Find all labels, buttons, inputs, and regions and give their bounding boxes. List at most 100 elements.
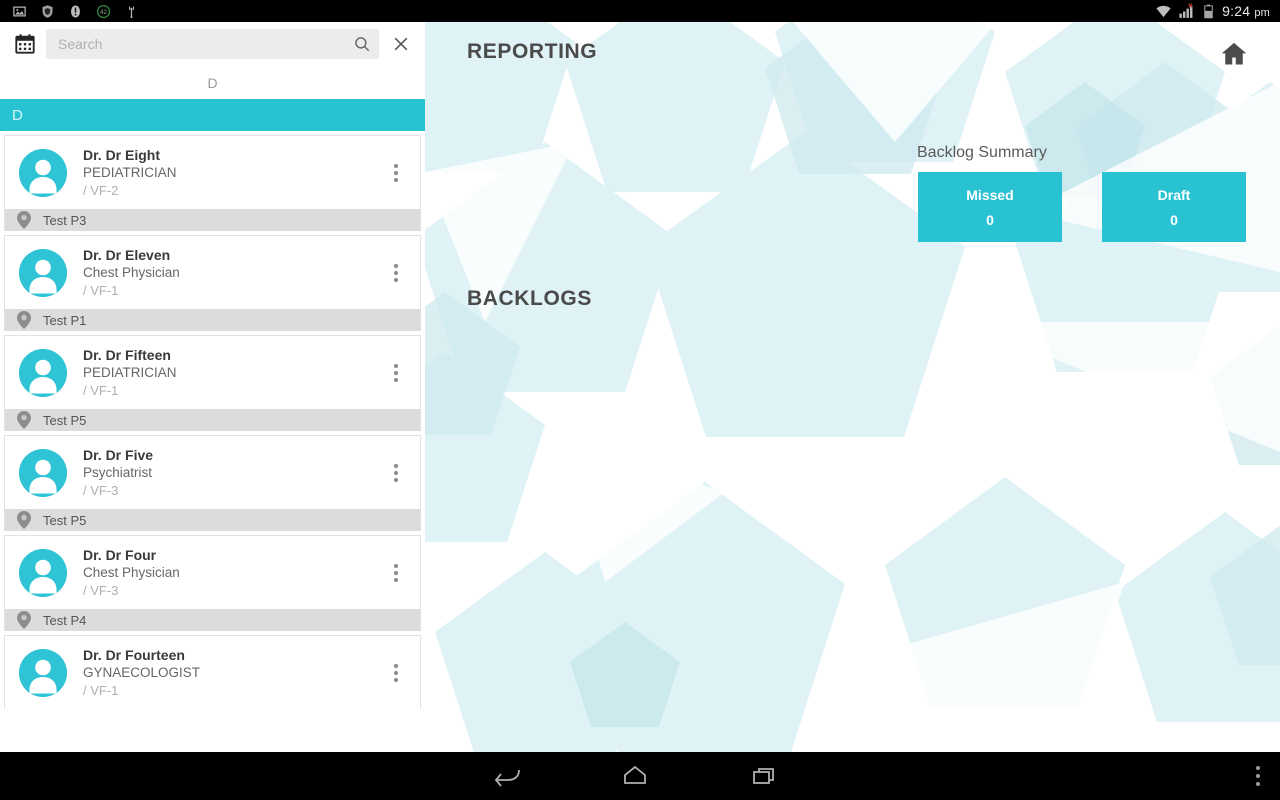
backlog-tile-draft[interactable]: Draft 0 — [1102, 172, 1246, 242]
doctor-card[interactable]: Dr. Dr Four Chest Physician / VF-3 — [4, 535, 421, 609]
home-outline-icon[interactable] — [620, 764, 650, 788]
doctor-list[interactable]: Dr. Dr Eight PEDIATRICIAN / VF-2 Test P3 Dr.… — [0, 131, 425, 752]
calendar-icon[interactable] — [14, 33, 36, 55]
doctor-card[interactable]: Dr. Dr Fourteen GYNAECOLOGIST / VF-1 — [4, 635, 421, 709]
doctor-specialty: Chest Physician — [83, 264, 180, 280]
clock-time: 9:24 — [1222, 3, 1251, 19]
doctor-info: Dr. Dr Eleven Chest Physician / VF-1 — [83, 246, 180, 300]
doctor-card[interactable]: Dr. Dr Fifteen PEDIATRICIAN / VF-1 — [4, 335, 421, 409]
avatar — [19, 248, 67, 297]
backlog-summary-label: Backlog Summary — [917, 144, 1047, 161]
doctor-name: Dr. Dr Fourteen — [83, 646, 185, 663]
doctor-specialty: Psychiatrist — [83, 464, 153, 480]
backlog-tile-label: Draft — [1157, 186, 1191, 203]
page-title: REPORTING — [467, 40, 598, 63]
status-bar-notification-icons: 42 — [0, 4, 139, 19]
doctor-overflow-menu-icon[interactable] — [394, 263, 398, 282]
backlog-tile-value: 0 — [1170, 211, 1178, 228]
shield-icon — [42, 4, 53, 18]
location-pin-icon — [17, 511, 31, 529]
doctor-specialty: PEDIATRICIAN — [83, 164, 177, 180]
doctor-list-panel: D D Dr. Dr EightPEDIATRICIAN/ VF-2Test P… — [0, 22, 425, 752]
recent-apps-icon[interactable] — [750, 764, 780, 788]
avatar — [19, 348, 67, 397]
doctor-code: / VF-3 — [83, 482, 119, 498]
backlog-tile-missed[interactable]: Missed 0 — [918, 172, 1062, 242]
overflow-menu-icon[interactable] — [1256, 766, 1260, 786]
doctor-info: Dr. Dr Fourteen GYNAECOLOGIST / VF-1 — [83, 646, 200, 700]
doctor-info: Dr. Dr Eight PEDIATRICIAN / VF-2 — [83, 146, 177, 200]
doctor-overflow-menu-icon[interactable] — [394, 663, 398, 682]
close-icon[interactable] — [391, 34, 411, 54]
android-navigation-bar — [0, 752, 1280, 800]
status-bar-system-icons: 9:24 pm — [1155, 2, 1280, 20]
wifi-icon — [1156, 5, 1171, 17]
doctor-info: Dr. Dr Fifteen PEDIATRICIAN / VF-1 — [83, 346, 177, 400]
notification-count-icon: 42 — [96, 4, 111, 18]
search-field-wrapper[interactable] — [46, 29, 379, 59]
doctor-code: / VF-1 — [83, 382, 119, 398]
doctor-overflow-menu-icon[interactable] — [394, 463, 398, 482]
doctor-location-label: Test P4 — [43, 612, 87, 628]
doctor-card[interactable]: Dr. Dr Five Psychiatrist / VF-3 — [4, 435, 421, 509]
location-pin-icon — [17, 211, 31, 229]
avatar — [19, 448, 67, 497]
image-icon — [13, 6, 26, 16]
doctor-code: / VF-3 — [83, 582, 119, 598]
alert-icon — [71, 5, 80, 17]
doctor-overflow-menu-icon[interactable] — [394, 563, 398, 582]
battery-icon — [1204, 4, 1213, 18]
location-pin-icon — [17, 411, 31, 429]
avatar — [19, 548, 67, 597]
search-icon[interactable] — [353, 35, 371, 53]
doctor-location-label: Test P1 — [43, 312, 87, 328]
doctor-location-label: Test P5 — [43, 512, 87, 528]
backlogs-section-title: BACKLOGS — [467, 287, 592, 310]
doctor-overflow-menu-icon[interactable] — [394, 363, 398, 382]
back-arrow-icon[interactable] — [492, 764, 522, 788]
doctor-info: Dr. Dr Five Psychiatrist / VF-3 — [83, 446, 153, 500]
reporting-panel: REPORTING Backlog Summary Reported Statu… — [425, 22, 1280, 752]
doctor-code: / VF-1 — [83, 282, 119, 298]
home-icon[interactable] — [1220, 40, 1248, 68]
doctor-code: / VF-2 — [83, 182, 119, 198]
clock-meridiem: pm — [1254, 7, 1270, 19]
alpha-hint-letter: D — [207, 74, 218, 91]
doctor-location-row: Test P5 — [4, 409, 421, 431]
avatar — [19, 148, 67, 197]
app-window: D D Dr. Dr EightPEDIATRICIAN/ VF-2Test P… — [0, 22, 1280, 752]
svg-text:42: 42 — [100, 9, 107, 16]
doctor-card[interactable]: Dr. Dr Eleven Chest Physician / VF-1 — [4, 235, 421, 309]
search-input[interactable] — [58, 36, 353, 52]
doctor-location-row: Test P5 — [4, 509, 421, 531]
avatar — [19, 648, 67, 697]
doctor-card[interactable]: Dr. Dr Eight PEDIATRICIAN / VF-2 — [4, 135, 421, 209]
android-status-bar: 42 9:24 pm — [0, 0, 1280, 22]
pentagon-background-pattern — [425, 22, 1280, 752]
search-toolbar — [0, 22, 425, 66]
doctor-overflow-menu-icon[interactable] — [394, 163, 398, 182]
doctor-name: Dr. Dr Eleven — [83, 246, 171, 263]
backlog-tile-value: 0 — [986, 211, 994, 228]
doctor-name: Dr. Dr Eight — [83, 146, 161, 163]
doctor-code: / VF-1 — [83, 682, 119, 698]
doctor-name: Dr. Dr Fifteen — [83, 346, 171, 363]
doctor-location-row: Test P1 — [4, 309, 421, 331]
backlog-tile-label: Missed — [966, 186, 1014, 203]
doctor-specialty: PEDIATRICIAN — [83, 364, 177, 380]
location-pin-icon — [17, 311, 31, 329]
doctor-specialty: Chest Physician — [83, 564, 180, 580]
doctor-name: Dr. Dr Five — [83, 446, 154, 463]
doctor-specialty: GYNAECOLOGIST — [83, 664, 201, 680]
doctor-name: Dr. Dr Four — [83, 546, 157, 563]
location-pin-icon — [17, 611, 31, 629]
status-bar-clock: 9:24 pm — [1222, 3, 1270, 19]
section-header-letter: D — [12, 106, 23, 124]
doctor-location-row: Test P3 — [4, 209, 421, 231]
doctor-info: Dr. Dr Four Chest Physician / VF-3 — [83, 546, 180, 600]
usb-icon — [129, 6, 134, 18]
doctor-location-row: Test P4 — [4, 609, 421, 631]
doctor-location-label: Test P3 — [43, 212, 87, 228]
doctor-location-label: Test P5 — [43, 412, 87, 428]
signal-bars-icon — [1179, 2, 1193, 18]
